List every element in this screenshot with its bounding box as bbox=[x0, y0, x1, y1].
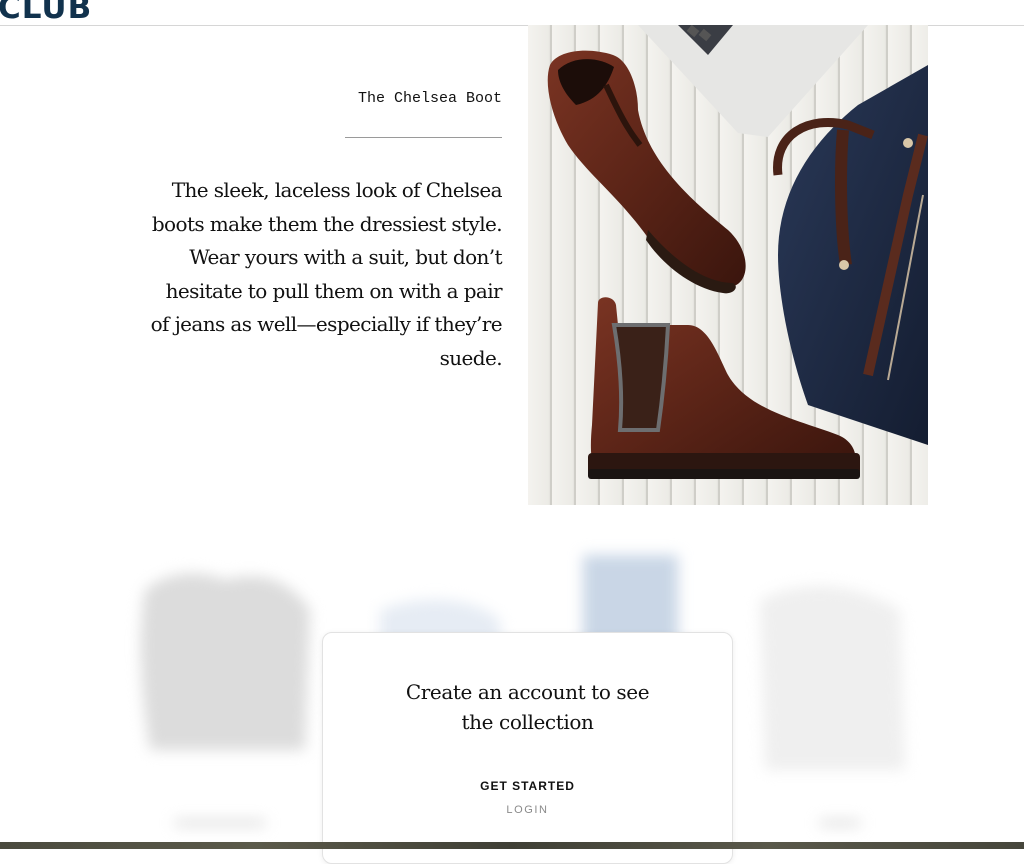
feature-eyebrow: The Chelsea Boot bbox=[357, 90, 502, 107]
feature-description: The sleek, laceless look of Chelsea boot… bbox=[150, 178, 503, 370]
boot-and-bag-illustration bbox=[528, 25, 928, 505]
signup-prompt-card: Create an account to see the collection … bbox=[322, 632, 733, 864]
site-header: CLUB bbox=[0, 0, 1024, 26]
chelsea-boot-photo bbox=[528, 25, 928, 505]
bottom-edge-strip bbox=[0, 842, 1024, 849]
site-logo[interactable]: CLUB bbox=[0, 0, 92, 25]
signup-prompt-title: Create an account to see the collection bbox=[405, 680, 650, 734]
feature-divider bbox=[345, 137, 502, 138]
get-started-button[interactable]: GET STARTED bbox=[480, 779, 575, 793]
login-link[interactable]: LOGIN bbox=[323, 804, 732, 816]
